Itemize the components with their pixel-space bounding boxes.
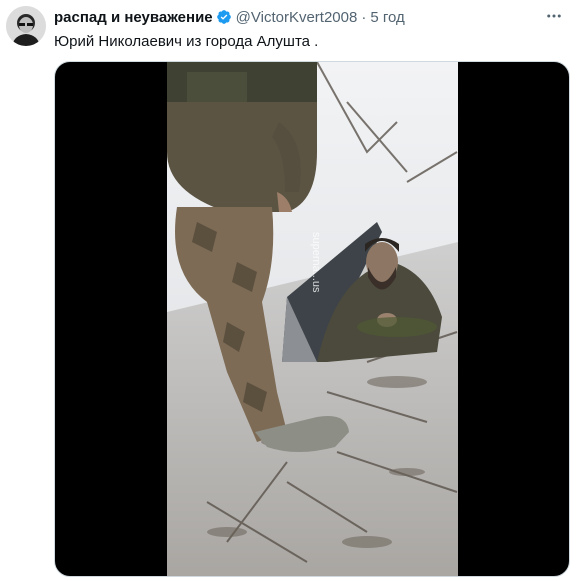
video-still: superna...us — [167, 62, 458, 576]
tweet-header: распад и неуважение @VictorKvert2008 · 5… — [54, 7, 405, 27]
video-frame[interactable]: superna...us — [167, 62, 458, 576]
video-watermark: superna...us — [310, 232, 322, 293]
more-horizontal-icon[interactable] — [543, 6, 565, 26]
verified-badge-icon — [216, 9, 232, 25]
avatar-image — [6, 6, 46, 46]
tweet-media[interactable]: superna...us — [54, 61, 570, 577]
user-handle[interactable]: @VictorKvert2008 — [236, 9, 358, 26]
separator-dot: · — [361, 8, 367, 26]
tweet[interactable]: распад и неуважение @VictorKvert2008 · 5… — [0, 0, 579, 581]
avatar[interactable] — [6, 6, 46, 46]
tweet-text: Юрий Николаевич из города Алушта . — [54, 33, 319, 50]
timestamp[interactable]: 5 год — [370, 9, 404, 26]
display-name[interactable]: распад и неуважение — [54, 9, 213, 26]
